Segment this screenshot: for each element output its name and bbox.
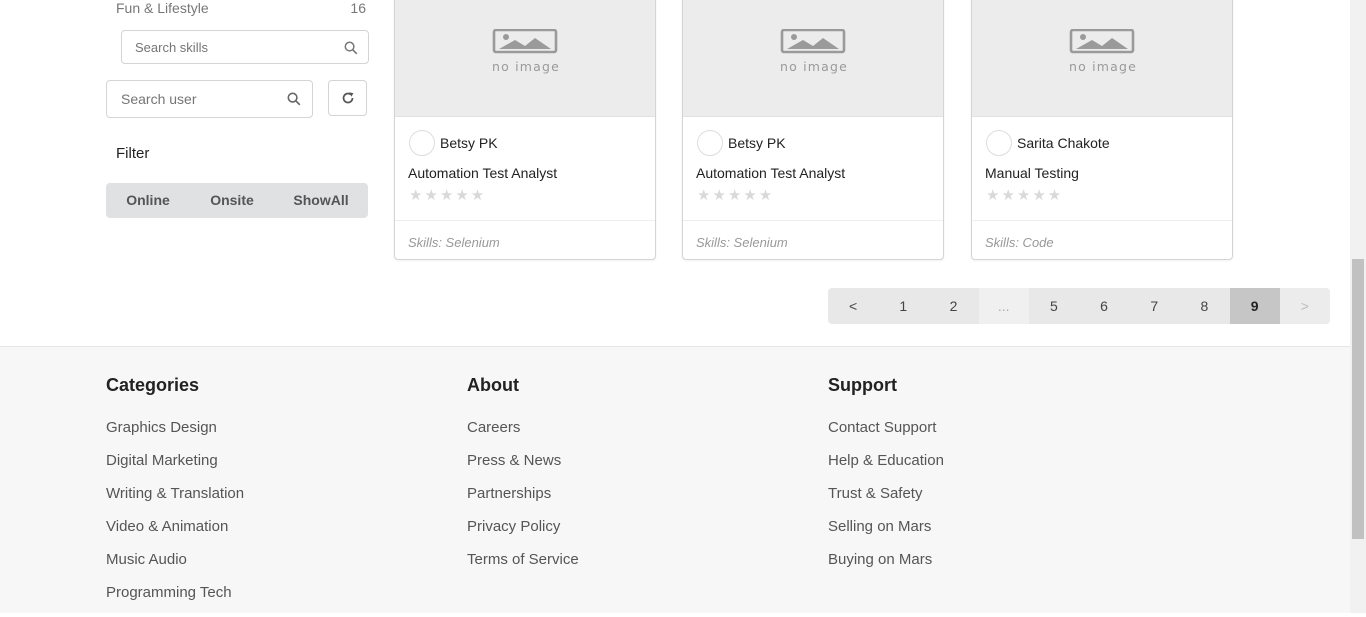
footer-link[interactable]: Contact Support <box>828 419 944 452</box>
pagination-prev[interactable]: < <box>828 288 878 324</box>
skills-search-input[interactable] <box>135 31 325 63</box>
no-image-icon: no image <box>1069 29 1137 74</box>
footer-link[interactable]: Careers <box>467 419 579 452</box>
rating-stars: ★★★★★ <box>697 187 775 204</box>
skills-text: Skills: Code <box>985 235 1054 250</box>
service-title[interactable]: Automation Test Analyst <box>408 165 557 181</box>
filter-onsite-button[interactable]: Onsite <box>190 183 274 218</box>
vertical-scrollbar[interactable] <box>1350 0 1366 613</box>
pagination-next[interactable]: > <box>1279 288 1330 324</box>
category-count: 16 <box>350 0 366 16</box>
footer-link[interactable]: Selling on Mars <box>828 518 944 551</box>
main-content: Fun & Lifestyle 16 Filter Online Onsite … <box>0 0 1350 346</box>
footer-heading: Categories <box>106 375 200 395</box>
footer-link[interactable]: Buying on Mars <box>828 551 944 584</box>
svg-text:no image: no image <box>780 59 848 74</box>
footer-link[interactable]: Help & Education <box>828 452 944 485</box>
seller-name[interactable]: Betsy PK <box>440 135 498 151</box>
pagination-page[interactable]: 2 <box>928 288 978 324</box>
footer-link[interactable]: Graphics Design <box>106 419 244 452</box>
footer-link[interactable]: Writing & Translation <box>106 485 244 518</box>
service-title[interactable]: Manual Testing <box>985 165 1079 181</box>
no-image-placeholder: no image <box>972 0 1232 117</box>
pagination-page[interactable]: 5 <box>1029 288 1079 324</box>
rating-stars: ★★★★★ <box>986 187 1064 204</box>
search-icon[interactable] <box>344 41 358 55</box>
search-icon[interactable] <box>287 92 301 106</box>
footer-categories: Categories Graphics Design Digital Marke… <box>106 375 244 617</box>
user-search-input[interactable] <box>121 81 311 117</box>
pagination-page[interactable]: 1 <box>878 288 928 324</box>
service-title[interactable]: Automation Test Analyst <box>696 165 845 181</box>
svg-text:no image: no image <box>1069 59 1137 74</box>
filter-button-group: Online Onsite ShowAll <box>106 183 368 218</box>
card-extra: Skills: Selenium <box>683 220 943 259</box>
card-extra: Skills: Code <box>972 220 1232 259</box>
seller-name[interactable]: Sarita Chakote <box>1017 135 1110 151</box>
pagination-page[interactable]: 6 <box>1079 288 1129 324</box>
pagination-ellipsis: ... <box>978 288 1029 324</box>
filter-showall-button[interactable]: ShowAll <box>274 183 368 218</box>
skills-text: Skills: Selenium <box>696 235 788 250</box>
no-image-icon: no image <box>492 29 560 74</box>
footer-about: About Careers Press & News Partnerships … <box>467 375 579 584</box>
filter-label: Filter <box>116 145 150 162</box>
avatar[interactable] <box>697 130 723 156</box>
service-card[interactable]: no image Betsy PK Automation Test Analys… <box>394 0 656 260</box>
pagination-page[interactable]: 7 <box>1129 288 1179 324</box>
service-card[interactable]: no image Betsy PK Automation Test Analys… <box>682 0 944 260</box>
category-name: Fun & Lifestyle <box>116 0 209 16</box>
seller-name[interactable]: Betsy PK <box>728 135 786 151</box>
refresh-icon <box>342 92 354 104</box>
footer-link[interactable]: Video & Animation <box>106 518 244 551</box>
skills-text: Skills: Selenium <box>408 235 500 250</box>
avatar[interactable] <box>986 130 1012 156</box>
footer-heading: About <box>467 375 519 395</box>
card-extra: Skills: Selenium <box>395 220 655 259</box>
svg-text:no image: no image <box>492 59 560 74</box>
filter-online-button[interactable]: Online <box>106 183 190 218</box>
scrollbar-thumb[interactable] <box>1352 259 1364 539</box>
pagination-page[interactable]: 8 <box>1179 288 1229 324</box>
footer-link[interactable]: Terms of Service <box>467 551 579 584</box>
no-image-placeholder: no image <box>395 0 655 117</box>
rating-stars: ★★★★★ <box>409 187 487 204</box>
pagination-page-active[interactable]: 9 <box>1229 288 1280 324</box>
footer: Categories Graphics Design Digital Marke… <box>0 346 1350 613</box>
footer-support: Support Contact Support Help & Education… <box>828 375 944 584</box>
no-image-icon: no image <box>780 29 848 74</box>
refresh-button[interactable] <box>328 80 367 116</box>
footer-link[interactable]: Partnerships <box>467 485 579 518</box>
no-image-placeholder: no image <box>683 0 943 117</box>
footer-link[interactable]: Digital Marketing <box>106 452 244 485</box>
pagination: < 1 2 ... 5 6 7 8 9 > <box>828 288 1330 324</box>
footer-link[interactable]: Programming Tech <box>106 584 244 617</box>
skills-search-box <box>121 30 369 64</box>
footer-link[interactable]: Press & News <box>467 452 579 485</box>
footer-heading: Support <box>828 375 897 395</box>
service-card[interactable]: no image Sarita Chakote Manual Testing ★… <box>971 0 1233 260</box>
avatar[interactable] <box>409 130 435 156</box>
user-search-box <box>106 80 313 118</box>
footer-link[interactable]: Privacy Policy <box>467 518 579 551</box>
footer-link[interactable]: Trust & Safety <box>828 485 944 518</box>
footer-link[interactable]: Music Audio <box>106 551 244 584</box>
